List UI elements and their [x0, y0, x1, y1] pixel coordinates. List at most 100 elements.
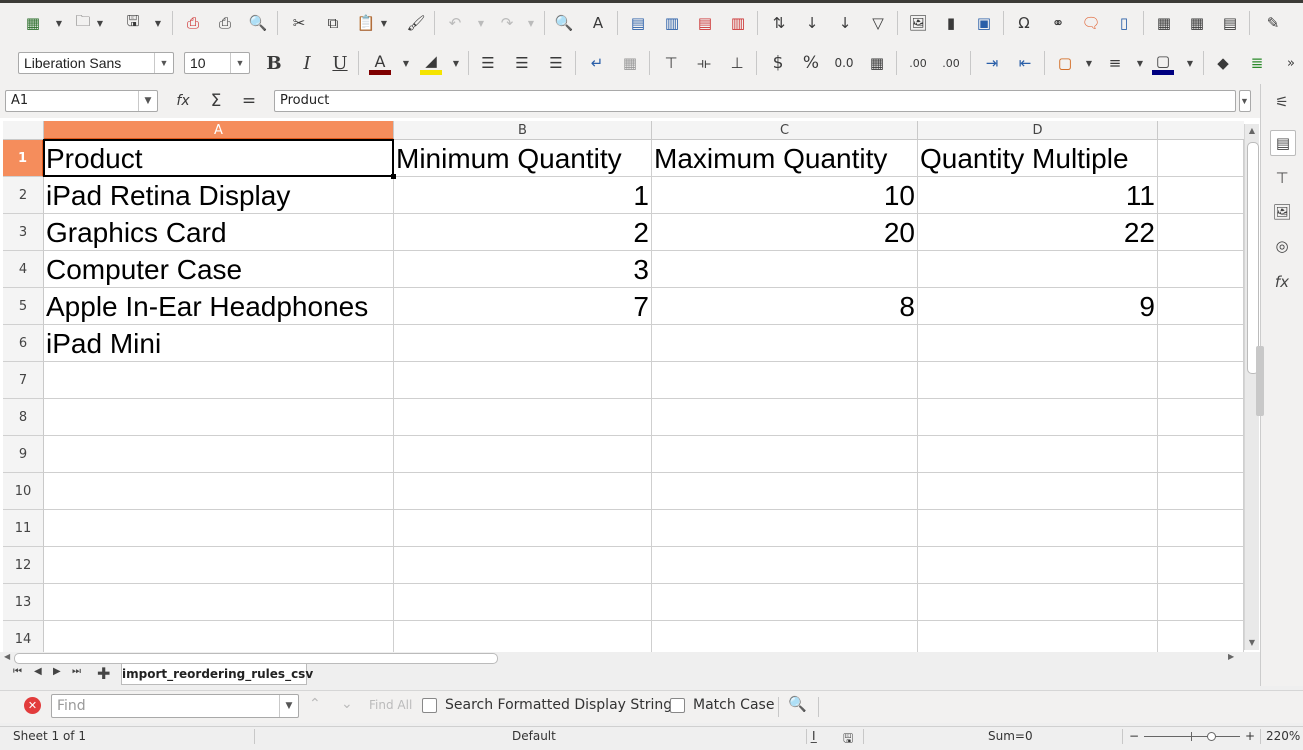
cell-d13[interactable]	[918, 584, 1158, 621]
cell-d2[interactable]: 11	[918, 177, 1158, 214]
chevron-down-icon[interactable]: ▼	[138, 91, 157, 111]
cell-d6[interactable]	[918, 325, 1158, 362]
cell-e3[interactable]	[1158, 214, 1244, 251]
cell-b1[interactable]: Minimum Quantity	[394, 140, 652, 177]
cell-c1[interactable]: Maximum Quantity	[652, 140, 918, 177]
sort-descending-icon[interactable]: ↓	[834, 12, 856, 34]
cell-b11[interactable]	[394, 510, 652, 547]
vertical-scroll-thumb[interactable]	[1247, 142, 1259, 374]
hyperlink-icon[interactable]: ⚭	[1047, 12, 1069, 34]
row-header-14[interactable]: 14	[3, 621, 44, 652]
cell-c14[interactable]	[652, 621, 918, 652]
headers-footers-icon[interactable]: ▯	[1113, 12, 1135, 34]
previous-sheet-icon[interactable]: ◀	[34, 666, 42, 677]
cell-b9[interactable]	[394, 436, 652, 473]
cell-d10[interactable]	[918, 473, 1158, 510]
cell-a7[interactable]	[44, 362, 394, 399]
row-header-9[interactable]: 9	[3, 436, 44, 473]
align-center-icon[interactable]: ☰	[511, 52, 533, 74]
delete-decimal-button[interactable]: .00	[940, 52, 962, 74]
define-print-area-icon[interactable]: ▦	[1153, 12, 1175, 34]
row-header-6[interactable]: 6	[3, 325, 44, 362]
cell-c2[interactable]: 10	[652, 177, 918, 214]
chevron-down-icon[interactable]: ▼	[279, 695, 298, 717]
search-formatted-checkbox[interactable]	[422, 698, 437, 713]
cell-a8[interactable]	[44, 399, 394, 436]
autofilter-icon[interactable]: ▽	[867, 12, 889, 34]
print-icon[interactable]: ⎙	[214, 12, 236, 34]
add-sheet-icon[interactable]: ✚	[97, 664, 110, 683]
increase-indent-icon[interactable]: ⇥	[981, 52, 1003, 74]
name-box[interactable]: A1 ▼	[5, 90, 158, 112]
expand-formula-button[interactable]: ▼	[1239, 90, 1251, 112]
column-header-c[interactable]: C	[652, 121, 918, 140]
scroll-up-icon[interactable]: ▲	[1246, 126, 1258, 136]
cell-d9[interactable]	[918, 436, 1158, 473]
open-dropdown-icon[interactable]: ▼	[96, 12, 104, 34]
undo-dropdown-icon[interactable]: ▼	[477, 12, 485, 34]
conditional-format-icon[interactable]: ◆	[1212, 52, 1234, 74]
row-header-4[interactable]: 4	[3, 251, 44, 288]
horizontal-scroll-thumb[interactable]	[14, 653, 498, 664]
row-header-10[interactable]: 10	[3, 473, 44, 510]
row-header-13[interactable]: 13	[3, 584, 44, 621]
delete-row-icon[interactable]: ▤	[694, 12, 716, 34]
spreadsheet-icon[interactable]: ▦	[22, 12, 44, 34]
cell-e8[interactable]	[1158, 399, 1244, 436]
print-preview-icon[interactable]: 🔍	[247, 12, 269, 34]
align-top-icon[interactable]: ⊤	[660, 52, 682, 74]
cell-c5[interactable]: 8	[652, 288, 918, 325]
sidebar-collapse-handle[interactable]	[1256, 346, 1264, 416]
highlight-color-icon[interactable]: ◢	[420, 50, 442, 72]
cell-d12[interactable]	[918, 547, 1158, 584]
cell-e14[interactable]	[1158, 621, 1244, 652]
match-case-checkbox[interactable]	[670, 698, 685, 713]
cell-b14[interactable]	[394, 621, 652, 652]
cell-a10[interactable]	[44, 473, 394, 510]
spelling-icon[interactable]: A	[587, 12, 609, 34]
cell-c6[interactable]	[652, 325, 918, 362]
paste-dropdown-icon[interactable]: ▼	[380, 12, 388, 34]
cell-c13[interactable]	[652, 584, 918, 621]
sheet-tab[interactable]: import_reordering_rules_csv	[121, 664, 313, 685]
cell-a6[interactable]: iPad Mini	[44, 325, 394, 362]
column-icon[interactable]: ▥	[661, 12, 683, 34]
sidebar-settings-icon[interactable]: ⚟	[1270, 90, 1294, 114]
currency-button[interactable]: $	[767, 52, 789, 74]
select-all-corner[interactable]	[3, 121, 44, 140]
row-header-2[interactable]: 2	[3, 177, 44, 214]
cell-c10[interactable]	[652, 473, 918, 510]
zoom-slider[interactable]	[1144, 736, 1240, 737]
properties-icon[interactable]: ▤	[1270, 130, 1296, 156]
cell-d1[interactable]: Quantity Multiple	[918, 140, 1158, 177]
delete-column-icon[interactable]: ▥	[727, 12, 749, 34]
borders-dropdown-icon[interactable]: ▼	[1085, 52, 1093, 74]
font-size-combo[interactable]: 10 ▼	[184, 52, 250, 74]
undo-icon[interactable]: ↶	[444, 12, 466, 34]
row-header-8[interactable]: 8	[3, 399, 44, 436]
cell-d7[interactable]	[918, 362, 1158, 399]
cell-a9[interactable]	[44, 436, 394, 473]
border-color-dropdown-icon[interactable]: ▼	[1186, 52, 1194, 74]
row-header-11[interactable]: 11	[3, 510, 44, 547]
cell-e11[interactable]	[1158, 510, 1244, 547]
row-header-7[interactable]: 7	[3, 362, 44, 399]
pivot-table-icon[interactable]: ▣	[973, 12, 995, 34]
page-style[interactable]: Default	[512, 729, 556, 743]
chevron-down-icon[interactable]: ▼	[230, 53, 249, 73]
more-options-icon[interactable]: »	[1280, 52, 1302, 74]
zoom-level[interactable]: 220%	[1266, 729, 1300, 743]
row-header-3[interactable]: 3	[3, 214, 44, 251]
cell-d3[interactable]: 22	[918, 214, 1158, 251]
cell-c7[interactable]	[652, 362, 918, 399]
freeze-rows-columns-icon[interactable]: ▦	[1186, 12, 1208, 34]
last-sheet-icon[interactable]: ⏭	[72, 666, 81, 677]
cell-c8[interactable]	[652, 399, 918, 436]
cell-a13[interactable]	[44, 584, 394, 621]
cell-a3[interactable]: Graphics Card	[44, 214, 394, 251]
cell-b4[interactable]: 3	[394, 251, 652, 288]
center-vertically-icon[interactable]: ⟛	[693, 52, 715, 74]
cell-a14[interactable]	[44, 621, 394, 652]
cell-b7[interactable]	[394, 362, 652, 399]
cut-icon[interactable]: ✂	[288, 12, 310, 34]
